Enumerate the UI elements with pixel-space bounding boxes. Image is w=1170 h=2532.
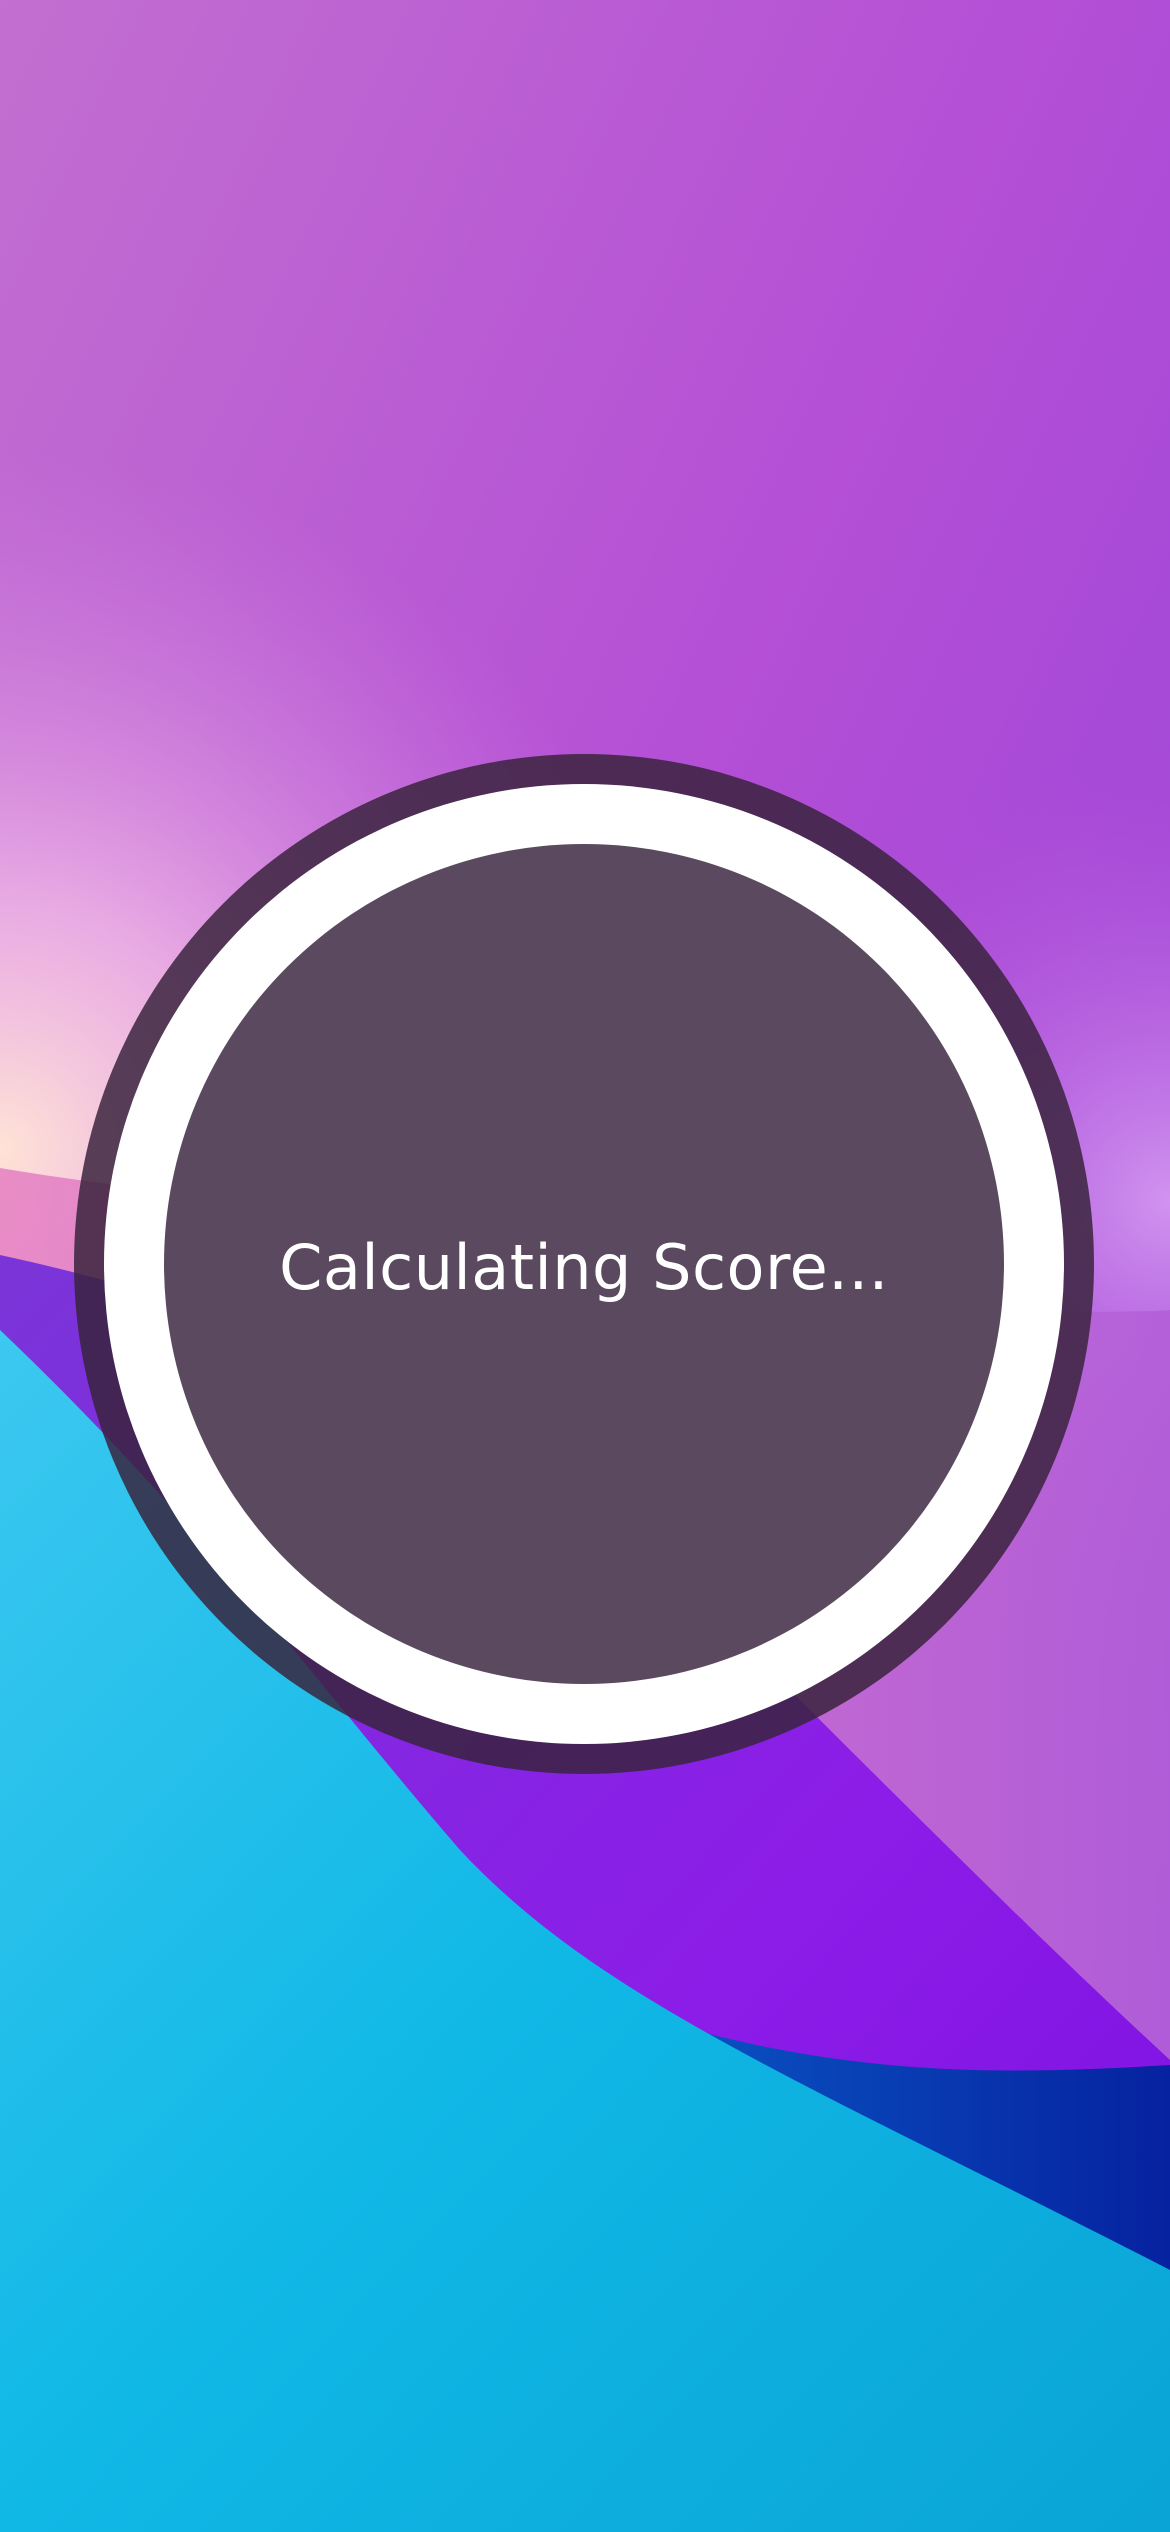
app-screen: Calculating Score...	[0, 0, 1170, 2532]
score-dial: Calculating Score...	[164, 844, 1004, 1684]
calculating-score-label: Calculating Score...	[279, 1230, 889, 1304]
